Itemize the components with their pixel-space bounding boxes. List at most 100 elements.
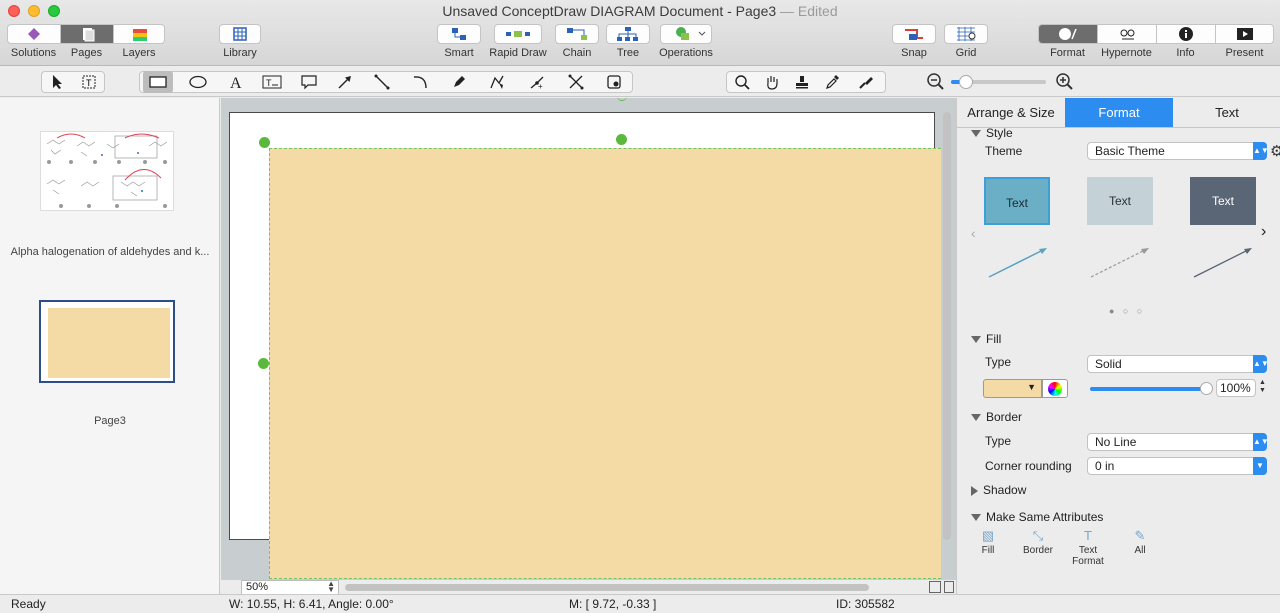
opacity-stepper[interactable]: ▲ ▼ [1259, 379, 1266, 395]
smart-button[interactable]: Smart [437, 24, 481, 64]
arc-icon[interactable] [405, 71, 435, 93]
hypernote-tab[interactable] [1098, 25, 1157, 43]
selected-rectangle-shape[interactable] [269, 148, 941, 579]
format-panel-tabs: Arrange & Size Format Text [957, 98, 1280, 128]
fill-color-well[interactable]: ▼ [983, 379, 1042, 398]
border-section-header[interactable]: Border [971, 410, 1022, 424]
left-panel-switcher-labels: Solutions Pages Layers [7, 47, 165, 59]
resize-handle-top-left[interactable] [259, 137, 270, 148]
line-icon[interactable] [367, 71, 397, 93]
theme-card-3[interactable]: Text [1190, 177, 1256, 225]
tree-button[interactable]: Tree [606, 24, 650, 64]
format-tab[interactable] [1039, 25, 1098, 43]
pen-icon[interactable] [444, 71, 474, 93]
present-label: Present [1225, 47, 1264, 59]
snap-button[interactable]: Snap [892, 24, 936, 64]
fit-page-icon[interactable] [929, 581, 941, 593]
library-button[interactable]: Library [214, 24, 266, 64]
make-same-all-button[interactable]: ✎ All [1115, 528, 1165, 556]
make-same-border-button[interactable]: ⤡ Border [1013, 528, 1063, 556]
fill-type-select[interactable]: Solid ▲▼ [1087, 355, 1269, 373]
zoom-out-icon[interactable] [926, 72, 946, 92]
format-painter-icon[interactable] [851, 71, 881, 93]
make-same-text-format-button[interactable]: T Text Format [1063, 528, 1113, 567]
style-section-header[interactable]: Style [971, 126, 1013, 140]
chain-button[interactable]: Chain [555, 24, 599, 64]
rapid-draw-icon [494, 24, 542, 44]
theme-card-2[interactable]: Text [1087, 177, 1153, 225]
theme-card-1[interactable]: Text [984, 177, 1050, 225]
chevron-right-icon[interactable]: › [1261, 223, 1266, 241]
shadow-section-header[interactable]: Shadow [971, 483, 1026, 497]
format-panel: Arrange & Size Format Text Style Theme B… [956, 98, 1280, 594]
theme-select[interactable]: Basic Theme ▲▼ [1087, 142, 1269, 160]
all-attributes-icon: ✎ [1134, 528, 1146, 543]
zoom-in-icon[interactable] [1055, 72, 1075, 92]
present-tab[interactable] [1216, 25, 1273, 43]
horizontal-scrollbar[interactable] [345, 584, 869, 591]
callout-icon[interactable] [294, 71, 324, 93]
rectangle-icon[interactable] [143, 71, 173, 93]
opacity-field[interactable]: 100% [1216, 379, 1256, 397]
tab-text[interactable]: Text [1173, 98, 1280, 127]
corner-rounding-select[interactable]: 0 in ▼ [1087, 457, 1267, 475]
format-label: Format [1050, 47, 1085, 59]
rapid-draw-button[interactable]: Rapid Draw [488, 24, 548, 64]
arrow-line-icon[interactable] [330, 71, 360, 93]
page-view-icon[interactable] [944, 581, 954, 593]
info-tab[interactable] [1157, 25, 1216, 43]
grid-button[interactable]: Grid [944, 24, 988, 64]
line-style-sample-1[interactable] [985, 243, 1049, 283]
operations-button[interactable]: Operations [658, 24, 714, 64]
text-box-select-icon[interactable]: T [74, 71, 104, 93]
crossing-icon[interactable] [561, 71, 591, 93]
zoom-slider[interactable] [951, 75, 1046, 89]
line-style-sample-3[interactable] [1190, 243, 1254, 283]
zoom-icon[interactable] [727, 71, 757, 93]
left-panel-switcher [7, 24, 165, 44]
thumbnail-shape-preview [48, 308, 170, 378]
text-icon[interactable]: A [221, 71, 251, 93]
zoom-level-select[interactable]: 50% ▲ ▼ [241, 580, 339, 595]
stamp-icon[interactable] [787, 71, 817, 93]
rotation-handle[interactable] [617, 95, 627, 101]
info-icon [1179, 27, 1193, 41]
border-type-label: Type [985, 434, 1012, 448]
pages-tab[interactable] [61, 25, 114, 43]
page-thumbnail-2[interactable] [39, 300, 175, 383]
tab-arrange-size[interactable]: Arrange & Size [957, 98, 1065, 127]
opacity-slider-thumb[interactable] [1200, 382, 1213, 395]
border-icon: ⤡ [1032, 528, 1044, 543]
vertical-scrollbar[interactable] [943, 112, 951, 540]
color-wheel-icon[interactable] [1042, 379, 1068, 398]
info-label: Info [1176, 47, 1195, 59]
border-type-select[interactable]: No Line ▲▼ [1087, 433, 1269, 451]
chevron-left-icon[interactable]: ‹ [971, 225, 976, 241]
polyline-icon[interactable]: + [522, 71, 552, 93]
title-bar: Unsaved ConceptDraw DIAGRAM Document - P… [0, 0, 1280, 66]
page-thumbnail-1[interactable] [40, 131, 174, 211]
fill-section-header[interactable]: Fill [971, 332, 1001, 346]
gear-icon[interactable]: ⚙ [1270, 142, 1280, 160]
tab-format[interactable]: Format [1065, 98, 1173, 127]
eyedropper-icon[interactable] [817, 71, 847, 93]
line-style-sample-2[interactable] [1087, 243, 1151, 283]
window-title: Unsaved ConceptDraw DIAGRAM Document - P… [442, 3, 838, 19]
make-same-fill-button[interactable]: ▧ Fill [963, 528, 1013, 556]
opacity-slider[interactable] [1090, 382, 1213, 395]
resize-handle-middle-left[interactable] [258, 358, 269, 369]
make-same-section-header[interactable]: Make Same Attributes [971, 510, 1103, 524]
canvas-area[interactable] [221, 98, 956, 580]
fill-icon: ▧ [981, 528, 995, 543]
solutions-tab[interactable] [8, 25, 61, 43]
zoom-slider-thumb[interactable] [959, 75, 973, 89]
ellipse-icon[interactable] [183, 71, 213, 93]
shape-preset-icon[interactable] [599, 71, 629, 93]
layers-tab[interactable] [114, 25, 164, 43]
theme-page-dots[interactable]: ● ○ ○ [1109, 306, 1145, 316]
text-frame-icon[interactable]: T [257, 71, 287, 93]
bezier-icon[interactable] [482, 71, 512, 93]
select-arrow-icon[interactable] [42, 71, 72, 93]
hand-icon[interactable] [757, 71, 787, 93]
resize-handle-top-center[interactable] [616, 134, 627, 145]
